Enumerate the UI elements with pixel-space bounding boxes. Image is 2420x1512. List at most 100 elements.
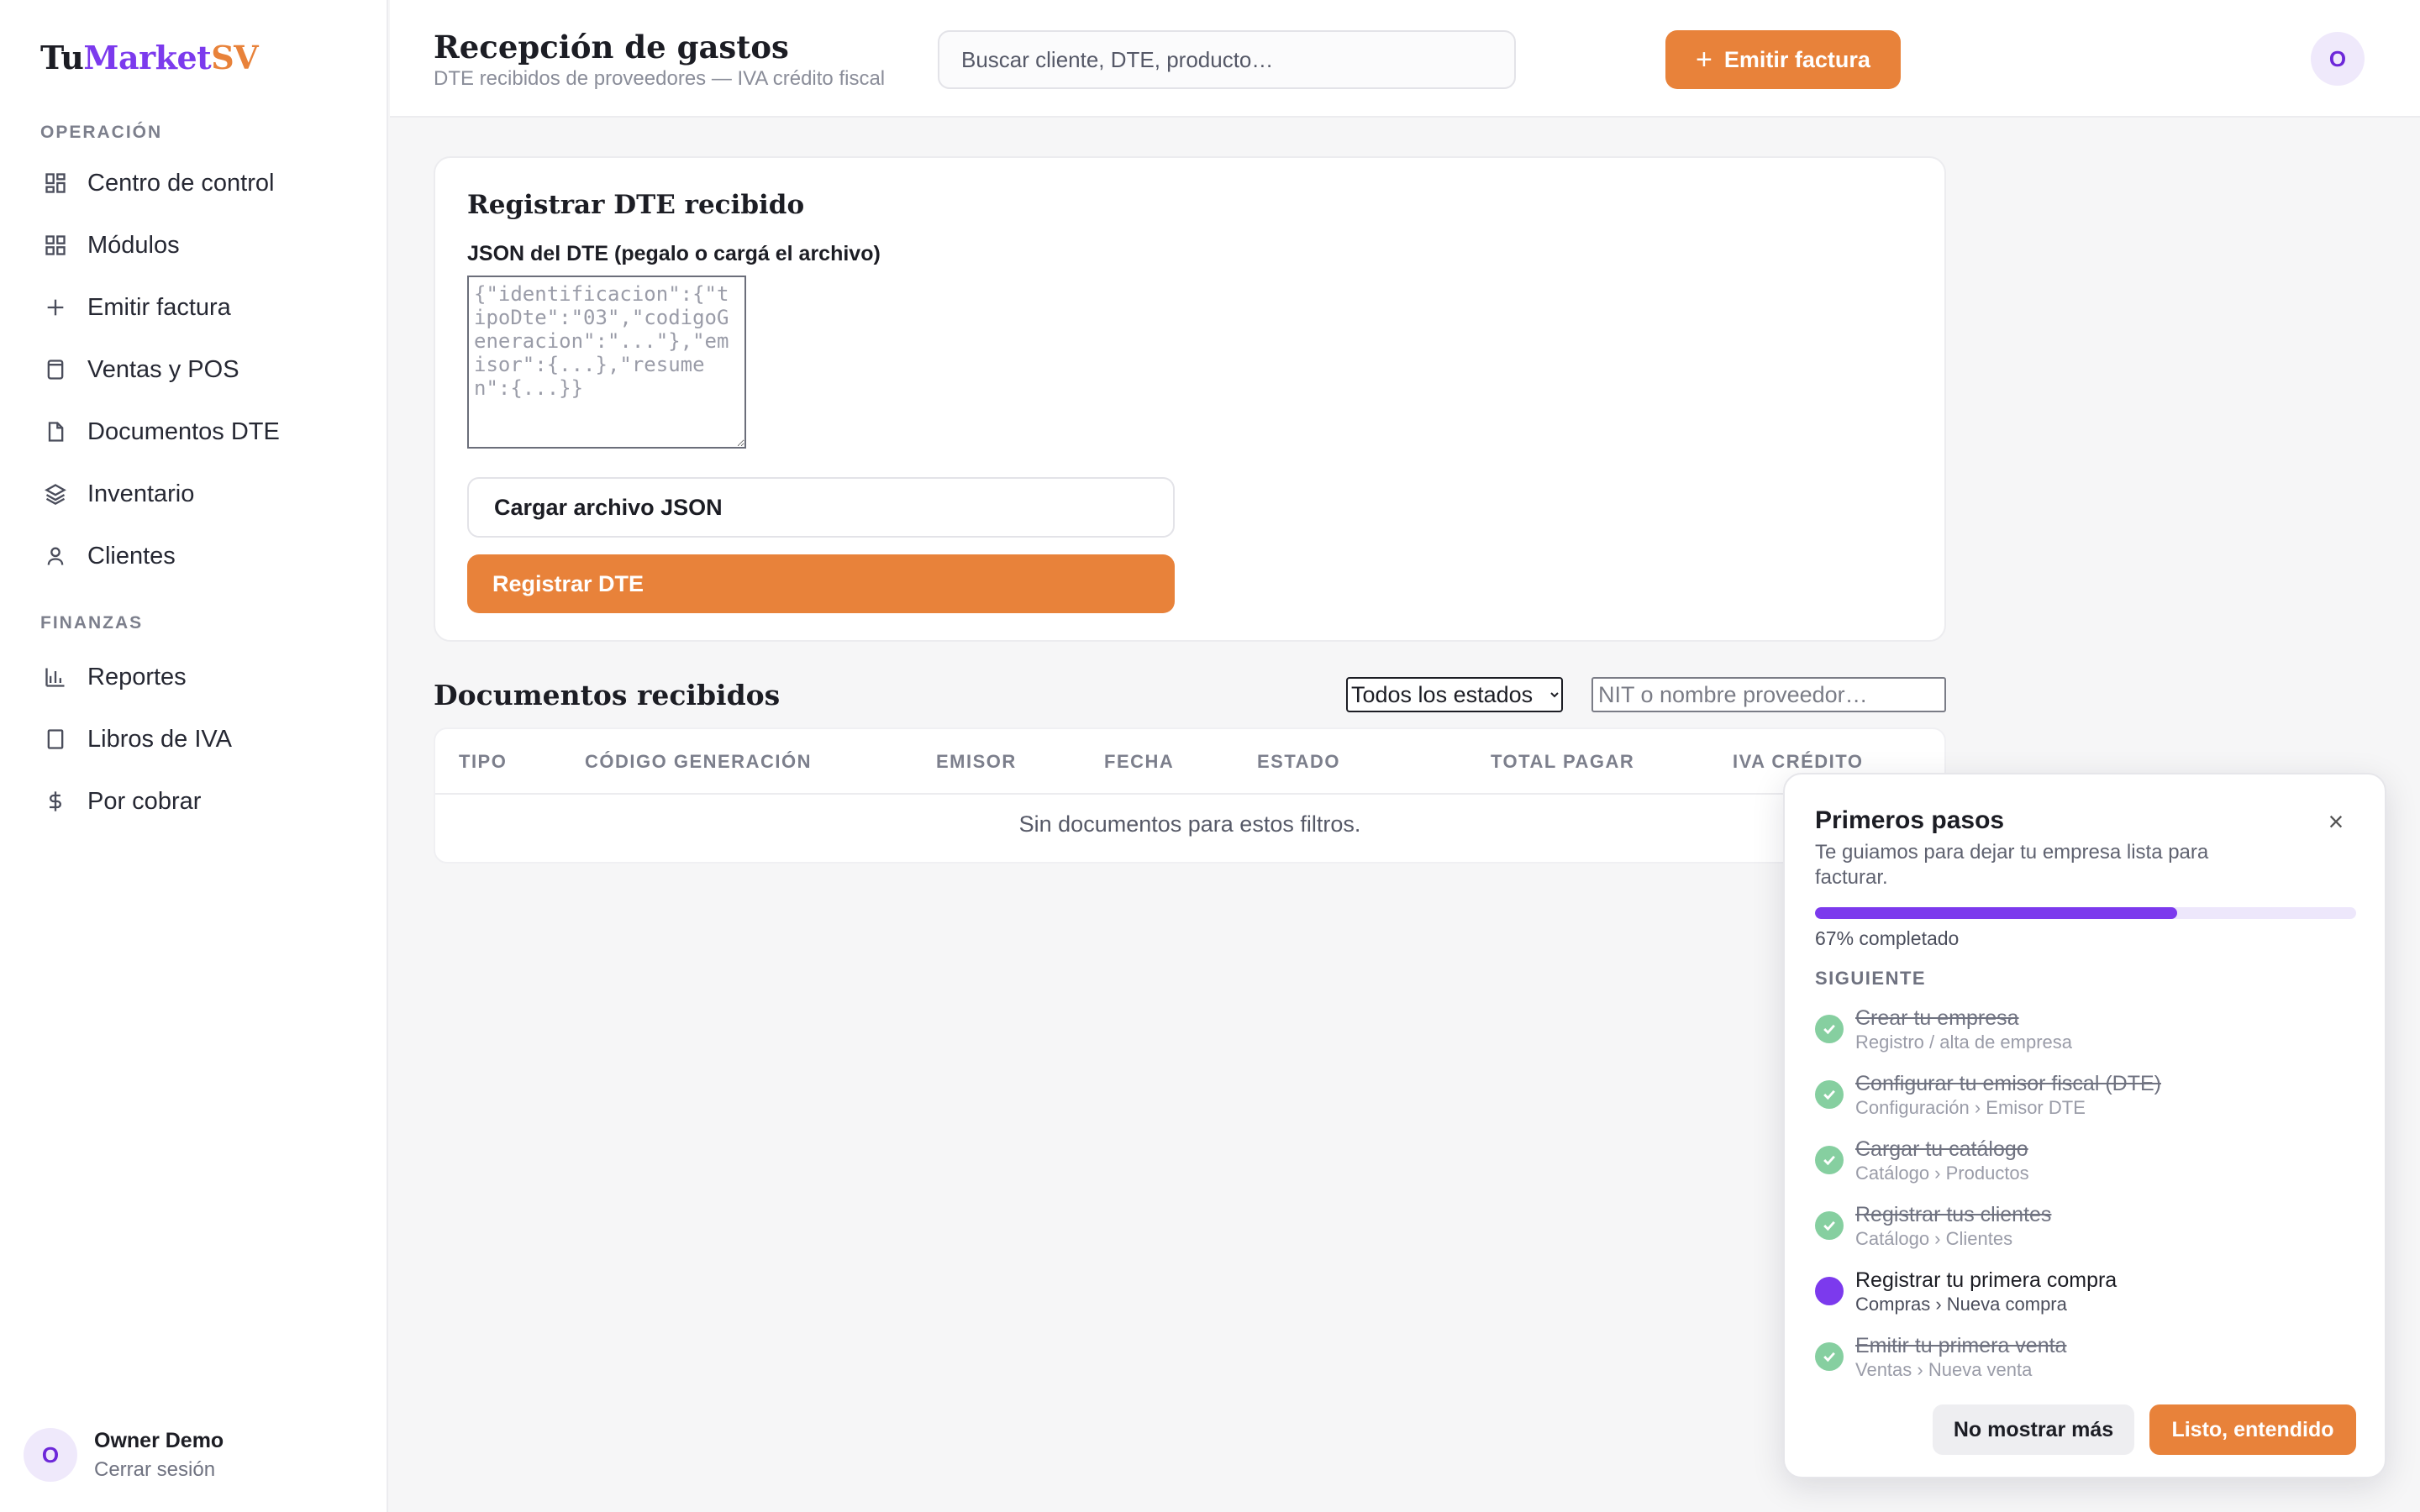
onboarding-step[interactable]: Configurar tu emisor fiscal (DTE) Configu… <box>1815 1072 2353 1127</box>
sidebar-item-label: Centro de control <box>87 169 275 197</box>
emit-invoice-button[interactable]: + Emitir factura <box>1665 30 1901 89</box>
dollar-icon <box>40 786 71 816</box>
top-header: Recepción de gastos DTE recibidos de pro… <box>390 0 2420 118</box>
column-header-total[interactable]: TOTAL PAGAR <box>1491 751 1634 773</box>
sidebar-item-centro-de-control[interactable]: Centro de control <box>40 160 360 207</box>
register-dte-card: Registrar DTE recibido JSON del DTE (peg… <box>434 156 1946 642</box>
emit-invoice-label: Emitir factura <box>1723 46 1870 72</box>
next-label: SIGUIENTE <box>1815 968 1927 989</box>
brand-part-3: SV <box>211 39 259 76</box>
avatar[interactable]: O <box>24 1428 77 1482</box>
brand-part-1: Tu <box>40 39 84 76</box>
plus-icon: + <box>1696 43 1712 76</box>
sidebar-item-label: Inventario <box>87 480 195 507</box>
sidebar-item-label: Módulos <box>87 231 180 259</box>
sidebar-item-label: Por cobrar <box>87 787 202 815</box>
brand-part-2: Market <box>83 39 212 76</box>
onboarding-step[interactable]: Crear tu empresa Registro / alta de empre… <box>1815 1006 2353 1062</box>
step-title: Cargar tu catálogo <box>1855 1137 2028 1161</box>
documents-table: TIPO CÓDIGO GENERACIÓN EMISOR FECHA ESTA… <box>434 727 1946 864</box>
sidebar-item-label: Ventas y POS <box>87 355 239 383</box>
onboarding-title: Primeros pasos <box>1815 806 2005 834</box>
onboarding-description: Te guiamos para dejar tu empresa lista p… <box>1815 841 2209 889</box>
check-circle-icon <box>1815 1211 1844 1240</box>
onboarding-step[interactable]: Cargar tu catálogo Catálogo › Productos <box>1815 1137 2353 1193</box>
check-circle-icon <box>1815 1342 1844 1371</box>
sidebar-item-por-cobrar[interactable]: Por cobrar <box>40 778 360 825</box>
step-title: Crear tu empresa <box>1855 1006 2019 1030</box>
user-name: Owner Demo <box>94 1428 224 1452</box>
got-it-button[interactable]: Listo, entendido <box>2149 1404 2356 1455</box>
onboarding-step[interactable]: Registrar tu primera compra Compras › Nue… <box>1815 1268 2353 1324</box>
brand-logo[interactable]: TuMarketSV <box>40 39 259 76</box>
onboarding-step[interactable]: Registrar tus clientes Catálogo › Cliente… <box>1815 1203 2353 1258</box>
sidebar-item-libros-iva[interactable]: Libros de IVA <box>40 716 360 763</box>
progress-text: 67% completado <box>1815 927 1960 949</box>
logout-link[interactable]: Cerrar sesión <box>94 1458 224 1482</box>
json-dte-textarea[interactable] <box>467 276 746 449</box>
sidebar-item-reportes[interactable]: Reportes <box>40 654 360 701</box>
register-dte-button[interactable]: Registrar DTE <box>467 554 1175 613</box>
step-subtitle: Registro / alta de empresa <box>1855 1032 2073 1053</box>
table-header: TIPO CÓDIGO GENERACIÓN EMISOR FECHA ESTA… <box>435 729 1944 795</box>
json-field-label: JSON del DTE (pegalo o cargá el archivo) <box>467 242 881 265</box>
onboarding-panel: Primeros pasos × Te guiamos para dejar t… <box>1783 773 2386 1478</box>
progress-bar <box>1815 907 2356 919</box>
column-header-estado[interactable]: ESTADO <box>1257 751 1340 773</box>
sidebar-item-clientes[interactable]: Clientes <box>40 533 360 580</box>
plus-icon <box>40 292 71 323</box>
step-subtitle: Catálogo › Productos <box>1855 1163 2029 1184</box>
check-circle-icon <box>1815 1146 1844 1174</box>
section-label-operacion: OPERACIÓN <box>40 123 163 142</box>
user-profile: O Owner Demo Cerrar sesión <box>24 1428 224 1482</box>
dashboard-icon <box>40 168 71 198</box>
upload-json-button[interactable]: Cargar archivo JSON <box>467 477 1175 538</box>
section-label-finanzas: FINANZAS <box>40 613 144 633</box>
column-header-codigo[interactable]: CÓDIGO GENERACIÓN <box>585 751 812 773</box>
user-icon <box>40 541 71 571</box>
empty-state-message: Sin documentos para estos filtros. <box>1018 811 1361 837</box>
column-header-emisor[interactable]: EMISOR <box>936 751 1017 773</box>
state-filter-select[interactable]: Todos los estados <box>1346 677 1563 712</box>
check-circle-icon <box>1815 1080 1844 1109</box>
sidebar: TuMarketSV OPERACIÓN Centro de control M… <box>0 0 388 1512</box>
column-header-tipo[interactable]: TIPO <box>459 751 507 773</box>
onboarding-step[interactable]: Emitir tu primera venta Ventas › Nueva ve… <box>1815 1334 2353 1389</box>
sidebar-item-emitir-factura[interactable]: Emitir factura <box>40 284 360 331</box>
close-icon[interactable]: × <box>2319 805 2353 838</box>
column-header-iva[interactable]: IVA CRÉDITO <box>1733 751 1863 773</box>
step-subtitle: Configuración › Emisor DTE <box>1855 1097 2086 1118</box>
step-subtitle: Ventas › Nueva venta <box>1855 1359 2033 1380</box>
provider-filter-input[interactable] <box>1591 677 1946 712</box>
sidebar-item-inventario[interactable]: Inventario <box>40 470 360 517</box>
sidebar-item-modulos[interactable]: Módulos <box>40 222 360 269</box>
progress-bar-fill <box>1815 907 2178 919</box>
bar-chart-icon <box>40 662 71 692</box>
page-subtitle: DTE recibidos de proveedores — IVA crédi… <box>434 67 886 90</box>
sidebar-item-documentos-dte[interactable]: Documentos DTE <box>40 408 360 455</box>
step-subtitle: Catálogo › Clientes <box>1855 1228 2013 1249</box>
sidebar-item-label: Clientes <box>87 542 176 570</box>
sidebar-item-label: Libros de IVA <box>87 725 232 753</box>
card-title: Registrar DTE recibido <box>467 190 805 220</box>
documents-title: Documentos recibidos <box>434 679 781 711</box>
sidebar-item-ventas-pos[interactable]: Ventas y POS <box>40 346 360 393</box>
check-circle-icon <box>1815 1015 1844 1043</box>
book-icon <box>40 724 71 754</box>
step-title: Registrar tu primera compra <box>1855 1268 2118 1292</box>
header-avatar[interactable]: O <box>2311 32 2365 86</box>
search-input[interactable] <box>938 30 1516 89</box>
sidebar-item-label: Emitir factura <box>87 293 231 321</box>
file-icon <box>40 417 71 447</box>
receipt-icon <box>40 354 71 385</box>
page-title: Recepción de gastos <box>434 29 789 66</box>
current-step-dot-icon <box>1815 1277 1844 1305</box>
step-title: Configurar tu emisor fiscal (DTE) <box>1855 1072 2161 1095</box>
grid-icon <box>40 230 71 260</box>
layers-icon <box>40 479 71 509</box>
dont-show-again-button[interactable]: No mostrar más <box>1933 1404 2134 1455</box>
step-subtitle: Compras › Nueva compra <box>1855 1294 2067 1315</box>
sidebar-item-label: Reportes <box>87 663 187 690</box>
step-title: Emitir tu primera venta <box>1855 1334 2067 1357</box>
column-header-fecha[interactable]: FECHA <box>1104 751 1174 773</box>
